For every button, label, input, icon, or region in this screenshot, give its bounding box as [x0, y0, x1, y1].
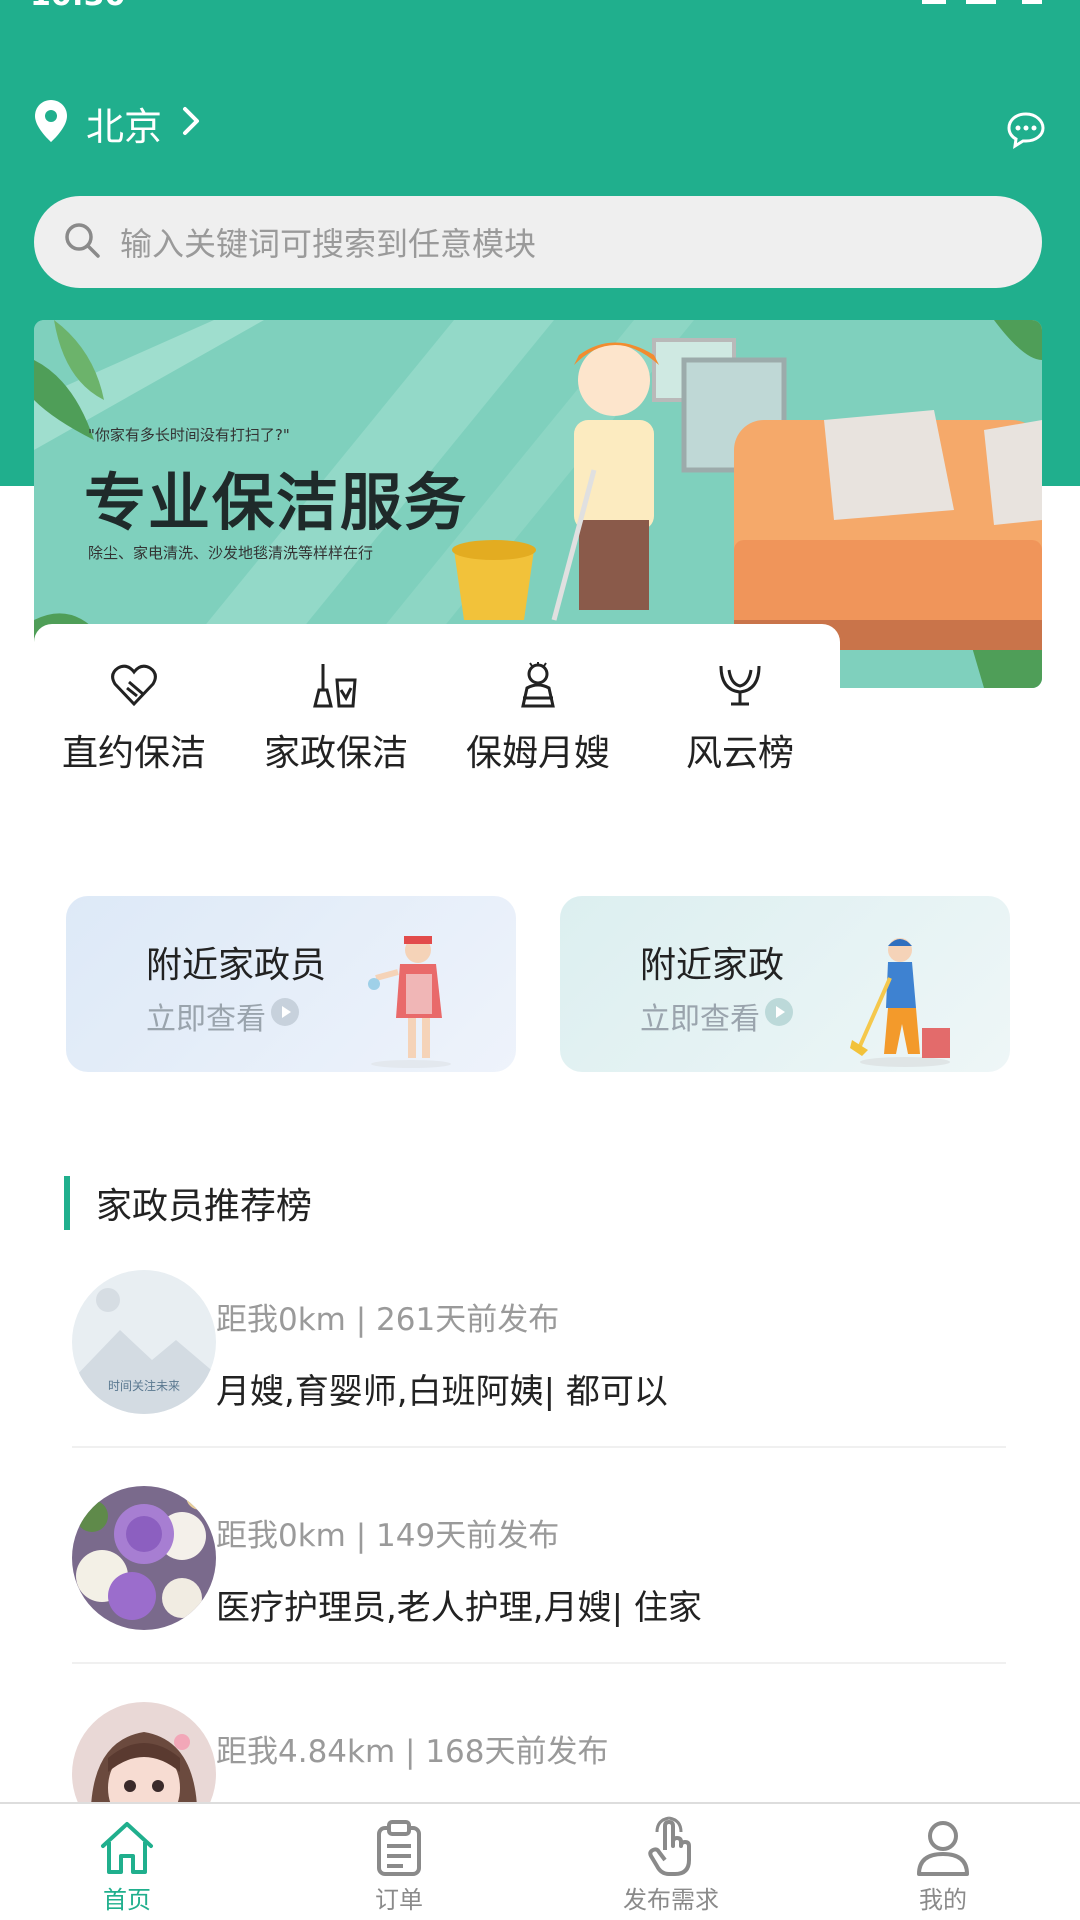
search-input[interactable]: 输入关键词可搜索到任意模块 — [34, 196, 1042, 288]
cleaner-illustration — [850, 938, 950, 1067]
nearby-card-link[interactable]: 立即查看 — [146, 994, 300, 1038]
tab-label: 我的 — [919, 1886, 967, 1914]
user-icon — [868, 1816, 1018, 1880]
category-label: 风云榜 — [685, 733, 794, 774]
category-label: 直约保洁 — [61, 733, 206, 774]
search-icon — [62, 220, 102, 264]
nearby-card-title: 附近家政 — [640, 945, 785, 986]
category-label: 保姆月嫂 — [465, 733, 610, 774]
tab-post-request[interactable]: 发布需求 — [596, 1816, 746, 1915]
category-ranking[interactable]: 风云榜 — [640, 660, 840, 776]
location-selector[interactable]: 北京 — [32, 98, 202, 149]
banner-subtitle: 除尘、家电清洗、沙发地毯清洗等样样在行 — [88, 544, 374, 562]
category-nanny[interactable]: 保姆月嫂 — [438, 660, 638, 776]
avatar — [72, 1486, 216, 1630]
message-icon[interactable] — [1006, 110, 1046, 150]
tab-label: 订单 — [375, 1886, 423, 1914]
play-circle-icon — [760, 997, 794, 1035]
housekeeper-illustration — [368, 936, 451, 1068]
divider — [72, 1662, 1006, 1664]
nearby-housekeeping-card[interactable]: 附近家政 立即查看 — [560, 896, 1010, 1072]
section-accent-bar — [64, 1176, 70, 1230]
nearby-card-title: 附近家政员 — [146, 945, 327, 986]
tab-profile[interactable]: 我的 — [868, 1816, 1018, 1915]
section-title: 家政员推荐榜 — [96, 1186, 313, 1227]
location-city: 北京 — [86, 104, 163, 149]
tab-home[interactable]: 首页 — [52, 1816, 202, 1915]
nearby-housekeepers-card[interactable]: 附近家政员 立即查看 — [66, 896, 516, 1072]
bottom-tab-bar: 首页 订单 发布需求 我的 — [0, 1802, 1080, 1920]
nearby-card-link-text: 立即查看 — [146, 1002, 266, 1037]
category-direct-cleaning[interactable]: 直约保洁 — [34, 660, 234, 776]
item-description: 医疗护理员,老人护理,月嫂| 住家 — [216, 1588, 702, 1628]
banner-quote: "你家有多长时间没有打扫了?" — [88, 426, 290, 444]
status-time: 10:30 — [30, 0, 126, 13]
nearby-card-link-text: 立即查看 — [640, 1002, 760, 1037]
status-icons — [922, 0, 1052, 6]
nanny-icon — [438, 660, 638, 710]
clipboard-icon — [324, 1816, 474, 1880]
nearby-card-link[interactable]: 立即查看 — [640, 994, 794, 1038]
tap-hand-icon — [596, 1816, 746, 1880]
status-bar: 10:30 — [0, 0, 1080, 14]
category-housekeeping[interactable]: 家政保洁 — [236, 660, 436, 776]
trophy-icon — [640, 660, 840, 710]
item-meta: 距我0km | 149天前发布 — [216, 1518, 560, 1554]
heart-broom-icon — [34, 660, 234, 710]
home-icon — [52, 1816, 202, 1880]
chevron-right-icon — [180, 106, 202, 140]
search-placeholder: 输入关键词可搜索到任意模块 — [120, 225, 537, 263]
avatar: 时间关注未来 — [72, 1270, 216, 1414]
cleaning-tools-icon — [236, 660, 436, 710]
divider — [72, 1446, 1006, 1448]
item-meta: 距我0km | 261天前发布 — [216, 1302, 560, 1338]
section-header-recommendations: 家政员推荐榜 — [64, 1176, 312, 1230]
avatar-watermark: 时间关注未来 — [108, 1378, 180, 1393]
play-circle-icon — [266, 997, 300, 1035]
list-item[interactable]: 距我0km | 149天前发布 医疗护理员,老人护理,月嫂| 住家 — [72, 1486, 1006, 1702]
tab-orders[interactable]: 订单 — [324, 1816, 474, 1915]
category-label: 家政保洁 — [263, 733, 408, 774]
location-pin-icon — [32, 98, 70, 148]
list-item[interactable]: 时间关注未来 距我0km | 261天前发布 月嫂,育婴师,白班阿姨| 都可以 — [72, 1270, 1006, 1486]
banner-title: 专业保洁服务 — [84, 466, 469, 539]
item-description: 月嫂,育婴师,白班阿姨| 都可以 — [216, 1372, 668, 1412]
tab-label: 发布需求 — [623, 1886, 719, 1914]
tab-label: 首页 — [103, 1886, 151, 1914]
item-meta: 距我4.84km | 168天前发布 — [216, 1734, 609, 1770]
